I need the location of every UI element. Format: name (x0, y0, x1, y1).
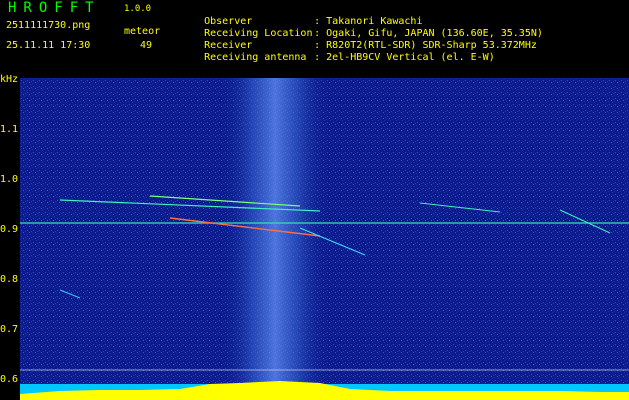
info-antenna: Receiving antenna: 2el-HB9CV Vertical (e… (204, 52, 495, 63)
y-tick: 0.6 (0, 374, 19, 385)
capture-datetime: 25.11.11 17:30 (6, 40, 91, 51)
file-name: 2511111730.png (6, 20, 91, 31)
y-tick: 0.9 (0, 224, 19, 235)
y-tick: 1.0 (0, 174, 19, 185)
info-key: Receiving antenna (204, 52, 307, 63)
meteor-label: meteor (124, 26, 161, 37)
y-tick: 1.1 (0, 124, 19, 135)
y-tick: 0.7 (0, 324, 19, 335)
info-value: 2el-HB9CV Vertical (el. E-W) (326, 52, 495, 63)
spectrogram-area (20, 78, 629, 400)
y-tick: 0.8 (0, 274, 19, 285)
meteor-count: 49 (139, 40, 152, 51)
spectrogram-plot (20, 78, 629, 400)
app-title: HROFFT (8, 0, 101, 16)
header-panel: HROFFT 1.0.0 2511111730.png 25.11.11 17:… (0, 0, 629, 76)
app-version: 1.0.0 (124, 4, 152, 14)
y-unit-label: kHz (0, 74, 19, 85)
